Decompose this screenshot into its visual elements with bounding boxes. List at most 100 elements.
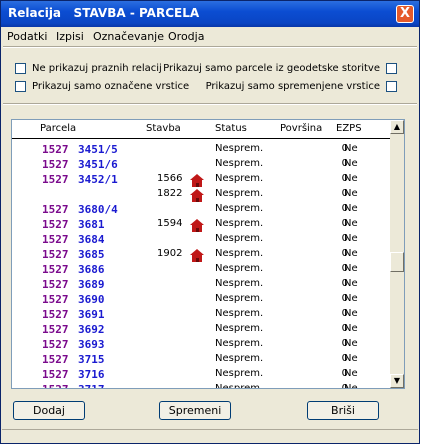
table-row[interactable]: 1527 3451/5 Nesprem. 0 Ne <box>12 142 392 157</box>
table-row[interactable]: 1527 3680/4 Nesprem. 0 Ne <box>12 202 392 217</box>
table-row[interactable]: 15273717Nesprem.0Ne <box>12 382 392 389</box>
parcel-number: 3693 <box>78 338 105 351</box>
col-parcela[interactable]: Parcela <box>40 123 76 134</box>
ezps-cell: Ne <box>344 158 358 169</box>
house-icon <box>190 219 204 232</box>
status-cell: Nesprem. <box>215 323 264 334</box>
status-cell: Nesprem. <box>215 218 264 229</box>
ezps-cell: Ne <box>344 353 358 364</box>
table-row[interactable]: 1527 3716 Nesprem. 0 Ne <box>12 367 392 382</box>
ezps-cell: Ne <box>344 383 358 389</box>
table-row[interactable]: 1527 3690 Nesprem. 0 Ne <box>12 292 392 307</box>
menu-podatki[interactable]: Podatki <box>7 30 47 43</box>
cadastral-code: 1527 <box>42 308 69 321</box>
scroll-up-arrow-icon[interactable]: ▲ <box>390 120 404 134</box>
table-row[interactable]: 1527 3691 Nesprem. 0 Ne <box>12 307 392 322</box>
col-povrsina[interactable]: Površina <box>280 123 322 134</box>
ezps-cell: Ne <box>344 218 358 229</box>
cadastral-code: 1527 <box>42 323 69 336</box>
status-cell: Nesprem. <box>215 338 264 349</box>
parcel-number: 3680/4 <box>78 203 118 216</box>
status-cell: Nesprem. <box>215 233 264 244</box>
status-cell: Nesprem. <box>215 143 264 154</box>
house-icon <box>190 189 204 202</box>
table-row[interactable]: 1527 3681 1594 Nesprem. 0 Ne <box>12 217 392 232</box>
filter-only-marked[interactable]: Prikazuj samo označene vrstice <box>15 79 189 93</box>
vertical-scrollbar[interactable]: ▲ ▼ <box>390 120 404 388</box>
status-cell: Nesprem. <box>215 308 264 319</box>
scroll-down-arrow-icon[interactable]: ▼ <box>390 374 404 388</box>
edit-button[interactable]: Spremeni <box>159 401 231 420</box>
only-changed-label: Prikazuj samo spremenjene vrstice <box>205 80 380 92</box>
parcel-number: 3717 <box>78 383 105 388</box>
table-row[interactable]: 1527 3685 1902 Nesprem. 0 Ne <box>12 247 392 262</box>
close-button[interactable]: X <box>396 5 414 23</box>
table-header: Parcela Stavba Status Površina EZPS <box>12 120 392 139</box>
status-cell: Nesprem. <box>215 293 264 304</box>
parcel-number: 3451/6 <box>78 158 118 171</box>
cadastral-code: 1527 <box>42 278 69 291</box>
only-changed-checkbox[interactable] <box>386 80 397 92</box>
table-row[interactable]: 1527 3684 Nesprem. 0 Ne <box>12 232 392 247</box>
parcel-number: 3451/5 <box>78 143 118 156</box>
scroll-thumb[interactable] <box>390 252 404 272</box>
status-cell: Nesprem. <box>215 158 264 169</box>
no-empty-label: Ne prikazuj praznih relacij <box>32 62 162 74</box>
cadastral-code: 1527 <box>42 233 69 246</box>
parcel-number: 3685 <box>78 248 105 261</box>
table-row[interactable]: 1527 3689 Nesprem. 0 Ne <box>12 277 392 292</box>
delete-button[interactable]: Briši <box>307 401 379 420</box>
parcel-number: 3452/1 <box>78 173 118 186</box>
ezps-cell: Ne <box>344 233 358 244</box>
ezps-cell: Ne <box>344 323 358 334</box>
ezps-cell: Ne <box>344 248 358 259</box>
status-cell: Nesprem. <box>215 278 264 289</box>
building-number: 1902 <box>157 248 183 259</box>
table-row[interactable]: 1527 3693 Nesprem. 0 Ne <box>12 337 392 352</box>
table-row[interactable]: 1527 3452/1 1566 Nesprem. 0 Ne <box>12 172 392 187</box>
filter-only-changed[interactable]: Prikazuj samo spremenjene vrstice <box>206 79 397 93</box>
col-ezps[interactable]: EZPS <box>336 123 362 134</box>
no-empty-checkbox[interactable] <box>15 62 26 74</box>
ezps-cell: Ne <box>344 308 358 319</box>
ezps-cell: Ne <box>344 203 358 214</box>
parcel-number: 3715 <box>78 353 105 366</box>
status-bar <box>2 429 418 444</box>
cadastral-code: 1527 <box>42 158 69 171</box>
col-stavba[interactable]: Stavba <box>146 123 181 134</box>
filter-no-empty[interactable]: Ne prikazuj praznih relacij <box>15 61 162 75</box>
house-icon <box>190 174 204 187</box>
cadastral-code: 1527 <box>42 203 69 216</box>
parcel-number: 3684 <box>78 233 105 246</box>
cadastral-code: 1527 <box>42 383 69 388</box>
only-marked-label: Prikazuj samo označene vrstice <box>32 80 190 92</box>
cadastral-code: 1527 <box>42 248 69 261</box>
status-cell: Nesprem. <box>215 173 264 184</box>
filter-only-geo[interactable]: Prikazuj samo parcele iz geodetske stori… <box>163 61 397 75</box>
relation-table[interactable]: Parcela Stavba Status Površina EZPS 1527… <box>11 119 405 389</box>
parcel-number: 3689 <box>78 278 105 291</box>
ezps-cell: Ne <box>344 278 358 289</box>
table-row[interactable]: 1527 3451/6 Nesprem. 0 Ne <box>12 157 392 172</box>
table-row[interactable]: 1527 3686 Nesprem. 0 Ne <box>12 262 392 277</box>
menu-oznacevanje[interactable]: Označevanje <box>93 30 164 43</box>
ezps-cell: Ne <box>344 143 358 154</box>
parcel-number: 3692 <box>78 323 105 336</box>
table-row[interactable]: 1527 3692 Nesprem. 0 Ne <box>12 322 392 337</box>
cadastral-code: 1527 <box>42 338 69 351</box>
table-row[interactable]: 1822 Nesprem. 0 Ne <box>12 187 392 202</box>
ezps-cell: Ne <box>344 293 358 304</box>
only-marked-checkbox[interactable] <box>15 80 26 92</box>
add-button[interactable]: Dodaj <box>13 401 85 420</box>
building-number: 1822 <box>157 188 183 199</box>
parcel-number: 3691 <box>78 308 105 321</box>
only-geo-checkbox[interactable] <box>386 62 397 74</box>
table-row[interactable]: 1527 3715 Nesprem. 0 Ne <box>12 352 392 367</box>
menu-izpisi[interactable]: Izpisi <box>56 30 84 43</box>
building-number: 1594 <box>157 218 183 229</box>
col-status[interactable]: Status <box>215 123 247 134</box>
menu-orodja[interactable]: Orodja <box>168 30 204 43</box>
parcel-number: 3716 <box>78 368 105 381</box>
title-bar[interactable]: Relacija STAVBA - PARCELA X <box>1 1 419 27</box>
status-cell: Nesprem. <box>215 368 264 379</box>
